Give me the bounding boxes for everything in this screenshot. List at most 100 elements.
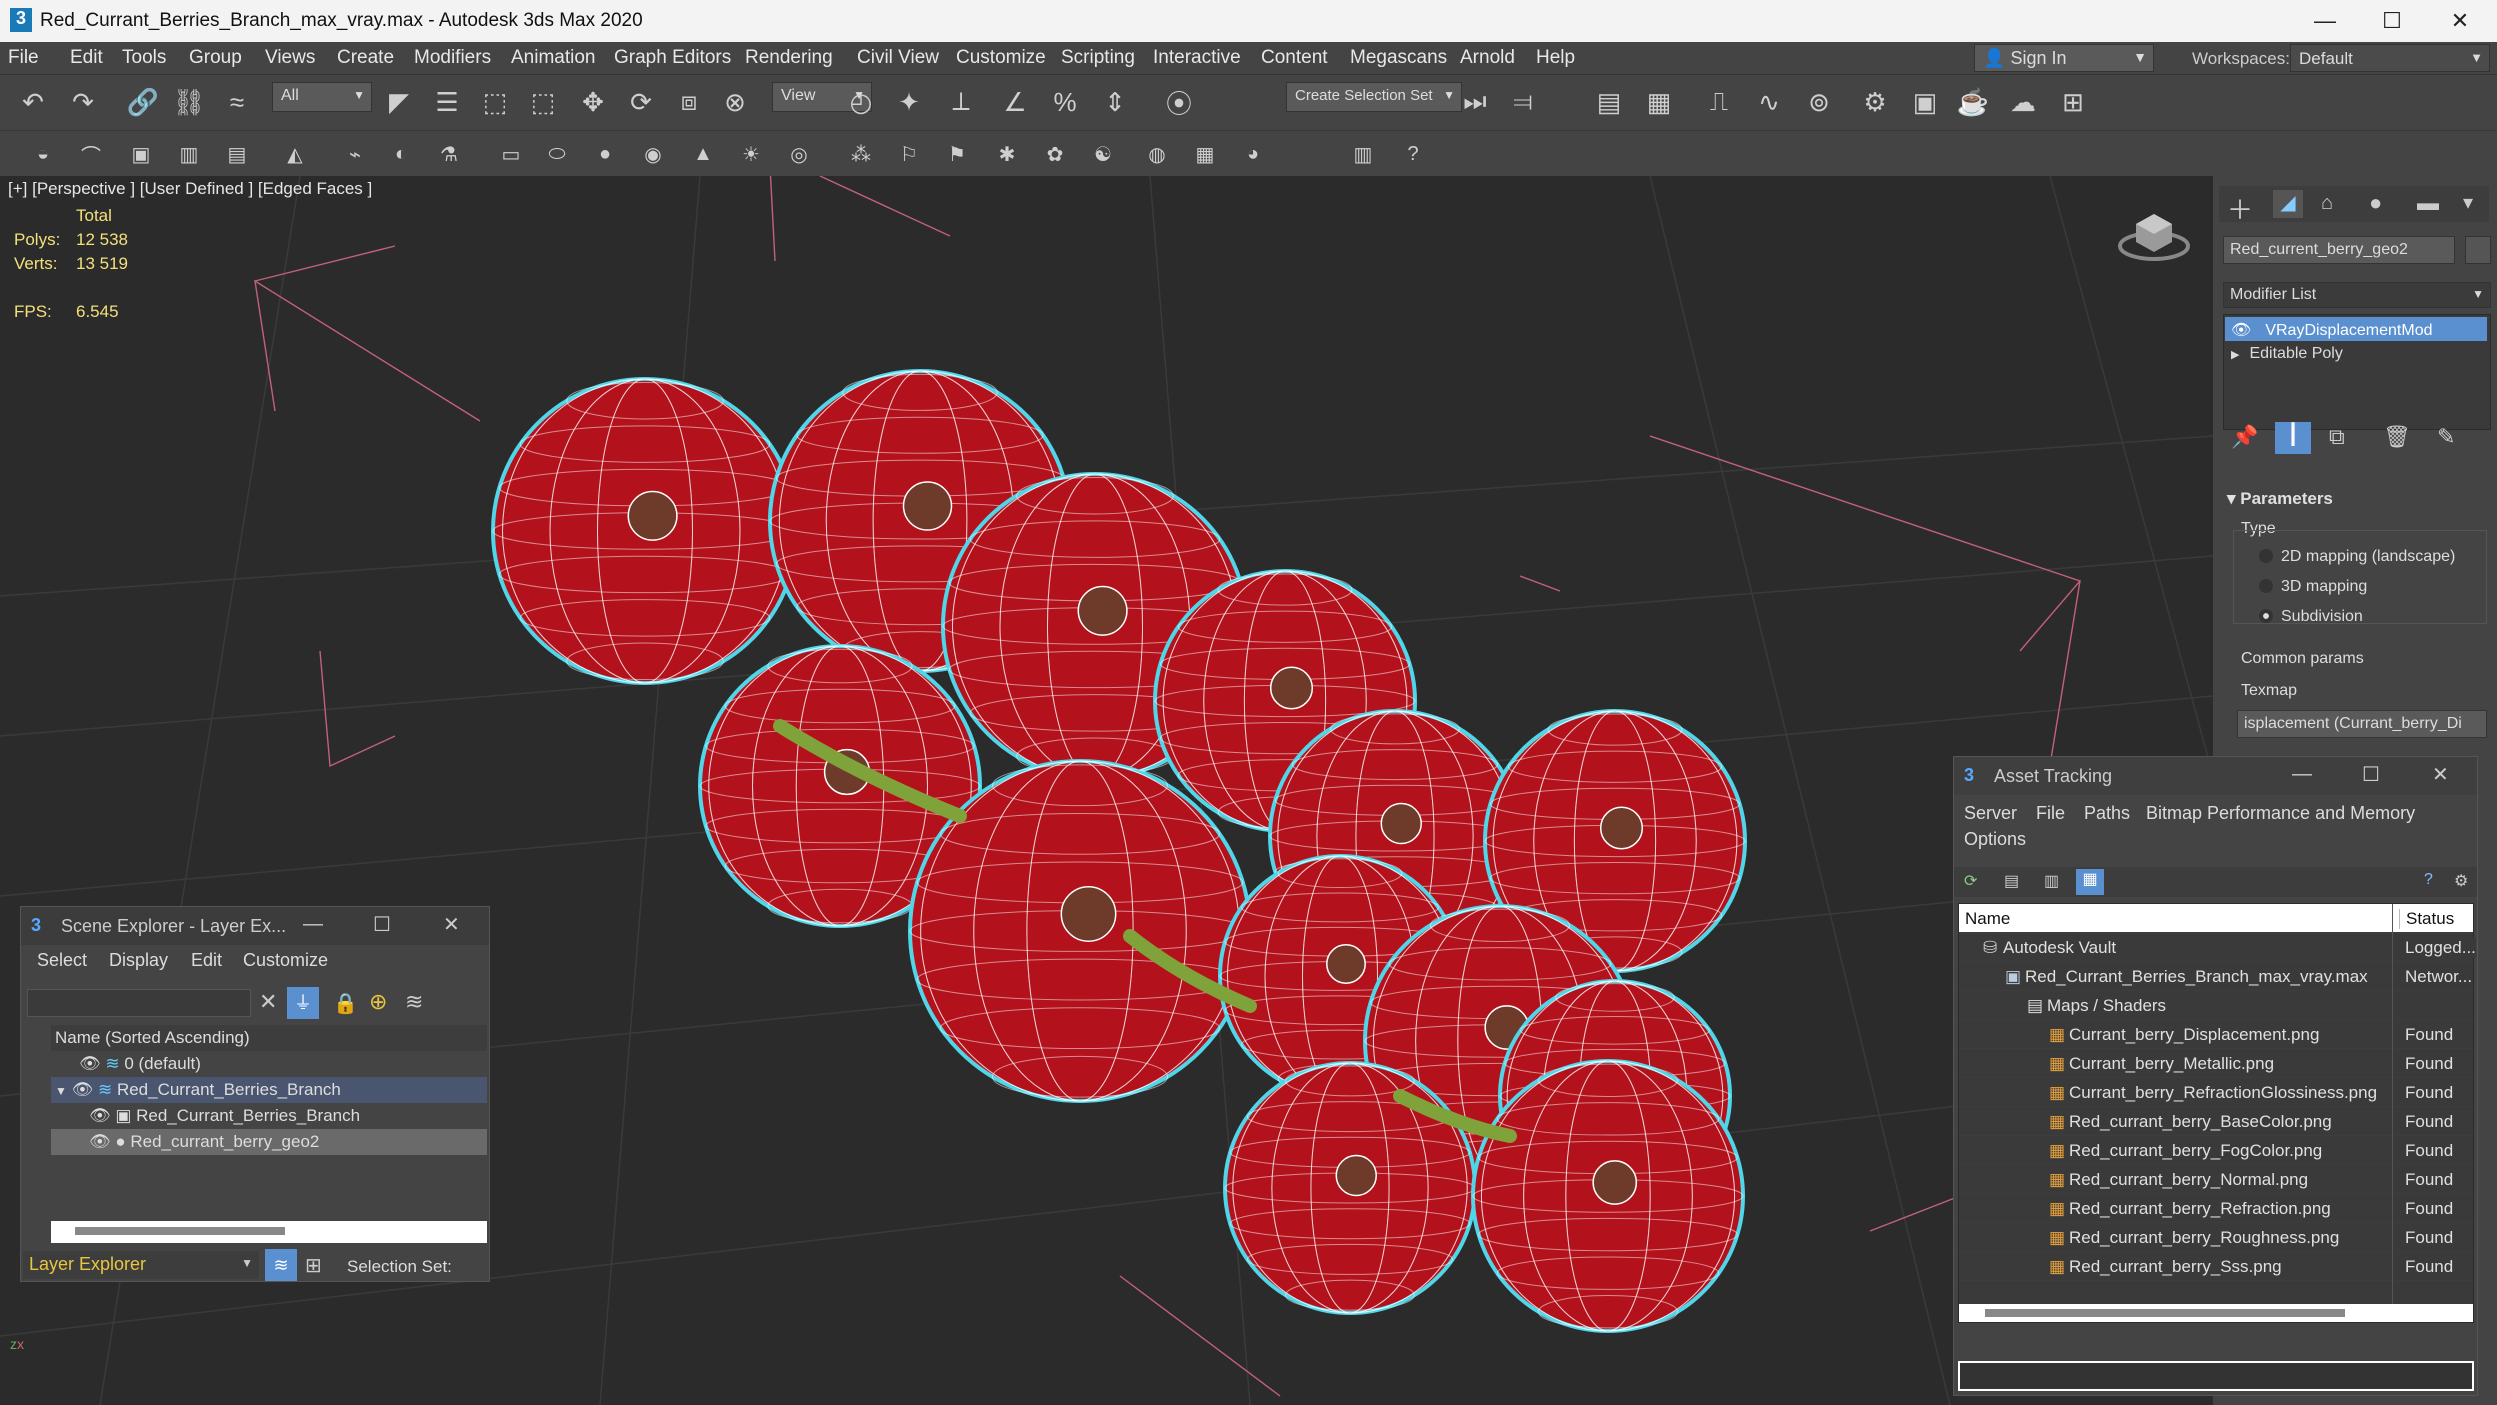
configure-modifier-sets-icon[interactable]: ✎ xyxy=(2437,424,2455,450)
layers-icon[interactable]: ≋ xyxy=(405,989,423,1015)
secondary-tool-17-icon[interactable]: ⁂ xyxy=(842,135,880,173)
filter-icon[interactable]: ⏚ xyxy=(287,987,319,1019)
secondary-tool-13-icon[interactable]: ◉ xyxy=(634,135,672,173)
asset-row[interactable]: ▣ Red_Currant_Berries_Branch_max_vray.max… xyxy=(1959,962,2473,991)
help-icon[interactable]: ? xyxy=(2424,871,2433,889)
render-frame-icon[interactable]: ▣ xyxy=(1906,83,1944,121)
minimize-button[interactable]: — xyxy=(303,913,323,936)
modifier-list-dropdown[interactable]: Modifier List ▼ xyxy=(2223,282,2491,308)
asset-row[interactable]: ▦ Currant_berry_Metallic.png Found xyxy=(1959,1049,2473,1078)
ribbon-icon[interactable]: ▦ xyxy=(1640,83,1678,121)
close-button[interactable]: ✕ xyxy=(2432,762,2449,787)
menu-file[interactable]: File xyxy=(2036,803,2065,824)
secondary-tool-23-icon[interactable]: ◍ xyxy=(1138,135,1176,173)
modifier-stack-item[interactable]: 👁 VRayDisplacementMod xyxy=(2225,317,2487,341)
secondary-tool-22-icon[interactable]: ☯ xyxy=(1084,135,1122,173)
secondary-tool-20-icon[interactable]: ✱ xyxy=(988,135,1026,173)
menu-megascans[interactable]: Megascans xyxy=(1350,47,1447,69)
pivot-icon[interactable]: ◴ xyxy=(842,83,880,121)
menu-tools[interactable]: Tools xyxy=(122,47,166,69)
create-tab-icon[interactable]: ＋ xyxy=(2227,190,2253,227)
select-object-icon[interactable]: ◤ xyxy=(380,83,418,121)
secondary-tool-10-icon[interactable]: ▭ xyxy=(492,135,530,173)
remove-modifier-icon[interactable]: 🗑 xyxy=(2383,424,2411,450)
mirror-icon[interactable]: ⏭ xyxy=(1456,83,1494,121)
explorer-mode-dropdown[interactable]: Layer Explorer ▼ xyxy=(23,1251,259,1279)
close-button[interactable]: ✕ xyxy=(443,912,460,937)
selection-filter-dropdown[interactable]: All ▼ xyxy=(272,82,372,112)
hierarchy-tab-icon[interactable]: ⌂ xyxy=(2321,192,2333,215)
menu-create[interactable]: Create xyxy=(337,47,394,69)
secondary-tool-24-icon[interactable]: ▦ xyxy=(1186,135,1224,173)
placement-icon[interactable]: ⊗ xyxy=(716,83,754,121)
modifier-stack-item[interactable]: ▶ Editable Poly xyxy=(2225,342,2487,366)
secondary-tool-4-icon[interactable]: ▥ xyxy=(170,135,208,173)
menu-interactive[interactable]: Interactive xyxy=(1153,47,1241,69)
named-sel-icon[interactable]: ⦿ xyxy=(1160,83,1198,121)
rect-select-icon[interactable]: ⬚ xyxy=(476,83,514,121)
eye-icon[interactable]: 👁 xyxy=(72,1080,94,1099)
menu-select[interactable]: Select xyxy=(37,950,87,971)
tree-row-branch-object[interactable]: 👁 ▣ Red_Currant_Berries_Branch xyxy=(51,1103,487,1129)
schematic-icon[interactable]: ⎍ xyxy=(1700,83,1738,121)
pin-stack-icon[interactable]: 📌 xyxy=(2231,424,2258,450)
asset-row[interactable]: ▦ Currant_berry_Displacement.png Found xyxy=(1959,1020,2473,1049)
window-crossing-icon[interactable]: ⬚ xyxy=(524,83,562,121)
refresh-icon[interactable]: ⟳ xyxy=(1964,871,1977,891)
link-icon[interactable]: 🔗 xyxy=(124,83,162,121)
horizontal-scrollbar[interactable] xyxy=(51,1221,487,1243)
secondary-tool-12-icon[interactable]: ● xyxy=(586,135,624,173)
unlink-icon[interactable]: ⛓ xyxy=(170,83,208,121)
secondary-tool-16-icon[interactable]: ◎ xyxy=(780,135,818,173)
menu-animation[interactable]: Animation xyxy=(511,47,596,69)
menu-edit[interactable]: Edit xyxy=(70,47,103,69)
asset-tracking-titlebar[interactable]: 3 Asset Tracking — ☐ ✕ xyxy=(1954,757,2477,795)
secondary-tool-11-icon[interactable]: ⬭ xyxy=(538,135,576,173)
secondary-tool-9-icon[interactable]: ⚗ xyxy=(430,135,468,173)
expand-arrow-icon[interactable]: ▼ xyxy=(55,1084,67,1098)
menu-graph-editors[interactable]: Graph Editors xyxy=(614,47,731,69)
maximize-button[interactable]: ☐ xyxy=(2362,4,2422,38)
a360-icon[interactable]: ⊞ xyxy=(2054,83,2092,121)
object-name-field[interactable]: Red_current_berry_geo2 xyxy=(2223,236,2455,264)
texmap-button[interactable]: isplacement (Currant_berry_Di xyxy=(2237,710,2487,738)
menu-display[interactable]: Display xyxy=(109,950,168,971)
secondary-tool-26-icon[interactable]: ▥ xyxy=(1344,135,1382,173)
menu-file[interactable]: File xyxy=(8,47,39,69)
render-icon[interactable]: ☕ xyxy=(1954,83,1992,121)
secondary-tool-19-icon[interactable]: ⚑ xyxy=(938,135,976,173)
settings-icon[interactable]: ⚙ xyxy=(2454,871,2468,891)
tree-row-berry-object[interactable]: 👁 ● Red_currant_berry_geo2 xyxy=(51,1129,487,1155)
modify-tab-icon[interactable]: ◢ xyxy=(2273,190,2303,218)
percent-snap-icon[interactable]: % xyxy=(1046,83,1084,121)
menu-scripting[interactable]: Scripting xyxy=(1061,47,1135,69)
curve-editor-icon[interactable]: ∿ xyxy=(1750,83,1788,121)
scene-search-input[interactable] xyxy=(27,989,251,1017)
maximize-button[interactable]: ☐ xyxy=(2362,762,2380,787)
menu-paths[interactable]: Paths xyxy=(2084,803,2130,824)
eye-icon[interactable]: 👁 xyxy=(89,1106,111,1125)
asset-row[interactable]: ▦ Red_currant_berry_Normal.png Found xyxy=(1959,1165,2473,1194)
secondary-tool-2-icon[interactable]: ⌒ xyxy=(72,135,110,173)
expand-arrow-icon[interactable]: ▶ xyxy=(2231,349,2239,361)
menu-edit[interactable]: Edit xyxy=(191,950,222,971)
layer-mode-icon[interactable]: ≋ xyxy=(265,1249,297,1281)
snap-icon[interactable]: ⟂ xyxy=(942,83,980,121)
menu-server[interactable]: Server xyxy=(1964,803,2017,824)
lock-icon[interactable]: 🔒 xyxy=(333,991,358,1016)
align-icon[interactable]: ⫤ xyxy=(1504,83,1542,121)
radio-subdivision[interactable]: Subdivision xyxy=(2259,608,2363,626)
bind-spacewarp-icon[interactable]: ≈ xyxy=(218,83,256,121)
secondary-tool-15-icon[interactable]: ☀ xyxy=(732,135,770,173)
secondary-tool-5-icon[interactable]: ▤ xyxy=(218,135,256,173)
menu-views[interactable]: Views xyxy=(265,47,315,69)
col-name-header[interactable]: Name xyxy=(1965,909,2010,929)
scale-icon[interactable]: ⧈ xyxy=(670,83,708,121)
secondary-tool-14-icon[interactable]: ▲ xyxy=(684,135,722,173)
object-color-swatch[interactable] xyxy=(2465,236,2491,264)
minimize-button[interactable]: — xyxy=(2292,763,2312,786)
menu-help[interactable]: Help xyxy=(1536,47,1575,69)
clear-search-icon[interactable]: ✕ xyxy=(259,989,277,1015)
render-setup-icon[interactable]: ⚙ xyxy=(1856,83,1894,121)
asset-row[interactable]: ▦ Red_currant_berry_Sss.png Found xyxy=(1959,1252,2473,1281)
